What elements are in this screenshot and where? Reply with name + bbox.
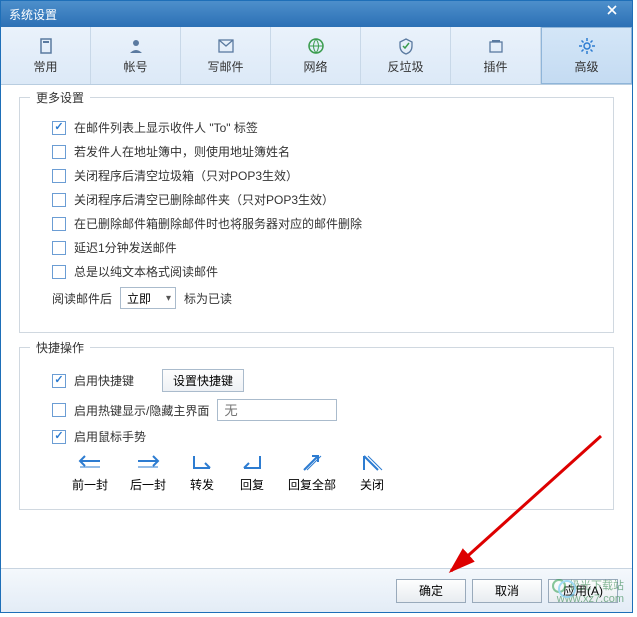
checkbox-addressbook[interactable] <box>52 145 66 159</box>
gesture-next: 后一封 <box>130 452 166 493</box>
watermark-logo-icon <box>552 579 566 593</box>
group-quick-actions: 快捷操作 启用快捷键 设置快捷键 启用热键显示/隐藏主界面 启用鼠标手势 前一封 <box>19 347 614 510</box>
gesture-list: 前一封 后一封 转发 回复 回复全部 <box>72 452 597 493</box>
option-empty-trash: 关闭程序后清空垃圾箱（只对POP3生效） <box>52 167 597 184</box>
diagonal-up-right-icon <box>298 452 326 474</box>
compose-icon <box>216 36 236 56</box>
general-icon <box>36 36 56 56</box>
close-button[interactable] <box>600 4 624 24</box>
network-icon <box>306 36 326 56</box>
option-mark-read: 阅读邮件后 立即 标为已读 <box>52 287 597 309</box>
option-delete-server: 在已删除邮件箱删除邮件时也将服务器对应的邮件删除 <box>52 215 597 232</box>
corner-down-right-icon <box>188 452 216 474</box>
ok-button[interactable]: 确定 <box>396 579 466 603</box>
settings-window: 系统设置 常用 帐号 写邮件 网络 反垃圾 插件 <box>0 0 633 613</box>
tab-plugins[interactable]: 插件 <box>451 27 541 84</box>
checkbox-delay-send[interactable] <box>52 241 66 255</box>
gesture-reply: 回复 <box>238 452 266 493</box>
option-enable-gesture: 启用鼠标手势 <box>52 428 597 445</box>
gesture-forward: 转发 <box>188 452 216 493</box>
tab-network[interactable]: 网络 <box>271 27 361 84</box>
plugin-icon <box>486 36 506 56</box>
gesture-close: 关闭 <box>358 452 386 493</box>
option-empty-deleted: 关闭程序后清空已删除邮件夹（只对POP3生效） <box>52 191 597 208</box>
corner-down-left-icon <box>238 452 266 474</box>
dialog-footer: 确定 取消 应用(A) <box>1 568 632 612</box>
checkbox-show-to[interactable] <box>52 121 66 135</box>
set-hotkey-button[interactable]: 设置快捷键 <box>162 369 244 392</box>
checkbox-plain-text[interactable] <box>52 265 66 279</box>
titlebar: 系统设置 <box>1 1 632 27</box>
tab-compose[interactable]: 写邮件 <box>181 27 271 84</box>
checkbox-empty-deleted[interactable] <box>52 193 66 207</box>
hotkey-input[interactable] <box>217 399 337 421</box>
group-more-settings: 更多设置 在邮件列表上显示收件人 "To" 标签 若发件人在地址簿中，则使用地址… <box>19 97 614 333</box>
option-show-to: 在邮件列表上显示收件人 "To" 标签 <box>52 119 597 136</box>
option-enable-hotkey: 启用快捷键 设置快捷键 <box>52 369 597 392</box>
close-icon <box>606 4 618 16</box>
checkbox-enable-hotkey[interactable] <box>52 374 66 388</box>
shield-icon <box>396 36 416 56</box>
option-plain-text: 总是以纯文本格式阅读邮件 <box>52 263 597 280</box>
checkbox-empty-trash[interactable] <box>52 169 66 183</box>
option-delay-send: 延迟1分钟发送邮件 <box>52 239 597 256</box>
checkbox-enable-gesture[interactable] <box>52 430 66 444</box>
group-title-quick: 快捷操作 <box>30 339 90 356</box>
tab-general[interactable]: 常用 <box>1 27 91 84</box>
tab-account[interactable]: 帐号 <box>91 27 181 84</box>
tab-antispam[interactable]: 反垃圾 <box>361 27 451 84</box>
arrow-left-icon <box>76 452 104 474</box>
option-use-addressbook: 若发件人在地址簿中，则使用地址簿姓名 <box>52 143 597 160</box>
watermark: 极光下载站 www.xz7.com <box>552 579 624 606</box>
group-title-more: 更多设置 <box>30 89 90 106</box>
cancel-button[interactable]: 取消 <box>472 579 542 603</box>
account-icon <box>126 36 146 56</box>
gesture-reply-all: 回复全部 <box>288 452 336 493</box>
tab-bar: 常用 帐号 写邮件 网络 反垃圾 插件 高级 <box>1 27 632 85</box>
arrow-right-icon <box>134 452 162 474</box>
select-read-delay[interactable]: 立即 <box>120 287 176 309</box>
window-title: 系统设置 <box>9 6 57 23</box>
gesture-prev: 前一封 <box>72 452 108 493</box>
tab-advanced[interactable]: 高级 <box>541 27 632 84</box>
option-hotkey-toggle: 启用热键显示/隐藏主界面 <box>52 399 597 421</box>
checkbox-delete-server[interactable] <box>52 217 66 231</box>
checkbox-hotkey-toggle[interactable] <box>52 403 66 417</box>
content-area: 更多设置 在邮件列表上显示收件人 "To" 标签 若发件人在地址簿中，则使用地址… <box>1 85 632 568</box>
gear-icon <box>577 36 597 56</box>
diagonal-down-right-icon <box>358 452 386 474</box>
